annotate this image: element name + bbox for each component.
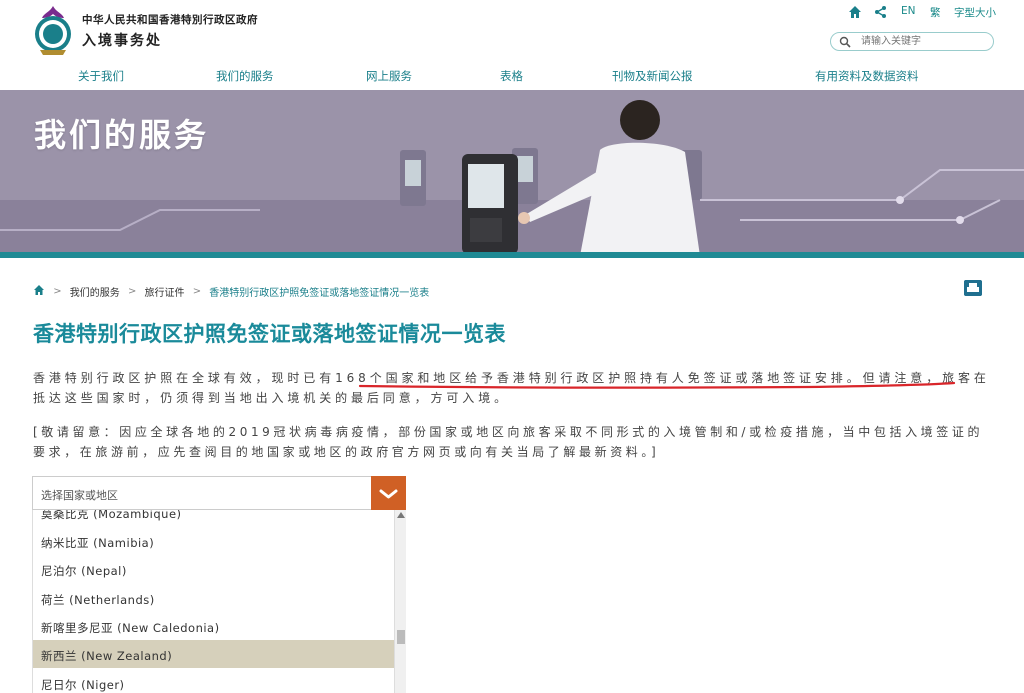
country-option-namibia[interactable]: 纳米比亚 (Namibia): [33, 527, 395, 555]
country-option-nepal[interactable]: 尼泊尔 (Nepal): [33, 555, 395, 583]
search-box: [830, 32, 994, 51]
nav-about-us[interactable]: 关于我们: [78, 68, 124, 84]
breadcrumb-separator: >: [53, 286, 62, 297]
breadcrumb-home-icon[interactable]: [33, 284, 45, 296]
search-input[interactable]: [861, 34, 986, 49]
page: 中华人民共和国香港特別行政区政府 入境事务处 EN 繁 字型大小 关于我们 我们…: [0, 0, 1024, 693]
print-icon[interactable]: [964, 280, 982, 296]
breadcrumb-our-services[interactable]: 我们的服务: [70, 284, 120, 299]
country-option-new-caledonia[interactable]: 新喀里多尼亚 (New Caledonia): [33, 612, 395, 640]
nav-useful-info-statistics[interactable]: 有用资料及数据资料: [815, 68, 919, 84]
chevron-down-icon: [379, 489, 398, 499]
main-navigation: 关于我们 我们的服务 网上服务 表格 刊物及新闻公报 有用资料及数据资料: [0, 66, 1024, 88]
language-traditional-chinese-link[interactable]: 繁: [930, 5, 941, 19]
breadcrumb-separator: >: [127, 286, 137, 297]
home-icon[interactable]: [848, 5, 862, 19]
nav-online-services[interactable]: 网上服务: [366, 68, 412, 84]
department-name[interactable]: 入境事务处: [82, 30, 162, 50]
country-options-list[interactable]: 莫桑比克 (Mozambique) 纳米比亚 (Namibia) 尼泊尔 (Ne…: [32, 510, 406, 693]
country-option-new-zealand[interactable]: 新西兰 (New Zealand): [33, 640, 395, 668]
page-banner: 我们的服务: [0, 90, 1024, 256]
banner-divider: [0, 252, 1024, 258]
country-option-niger[interactable]: 尼日尔 (Niger): [33, 669, 395, 693]
breadcrumb-travel-documents[interactable]: 旅行证件: [145, 284, 185, 299]
page-title: 香港特别行政区护照免签证或落地签证情况一览表: [33, 322, 506, 346]
language-english-link[interactable]: EN: [901, 5, 916, 19]
banner-title: 我们的服务: [34, 116, 210, 154]
notice-paragraph: [敬请留意：因应全球各地的2019冠状病毒病疫情，部份国家或地区向旅客采取不同形…: [33, 425, 984, 459]
country-select[interactable]: 选择国家或地区: [32, 476, 406, 510]
handdrawn-red-underline: [358, 381, 956, 389]
country-option-netherlands[interactable]: 荷兰 (Netherlands): [33, 584, 395, 612]
search-icon[interactable]: [839, 36, 851, 48]
nav-publications-press[interactable]: 刊物及新闻公报: [612, 68, 693, 84]
font-size-link[interactable]: 字型大小: [954, 5, 996, 19]
share-icon[interactable]: [874, 5, 888, 19]
options-scrollbar[interactable]: [394, 510, 406, 693]
scroll-up-arrow-icon[interactable]: [397, 512, 405, 518]
country-option-mozambique[interactable]: 莫桑比克 (Mozambique): [33, 510, 395, 526]
breadcrumb-current-page[interactable]: 香港特别行政区护照免签证或落地签证情况一览表: [209, 284, 429, 299]
hksar-emblem-logo[interactable]: [30, 4, 76, 56]
country-select-toggle-button[interactable]: [371, 476, 406, 510]
government-name: 中华人民共和国香港特別行政区政府: [82, 14, 258, 26]
breadcrumb-separator: >: [192, 286, 202, 297]
nav-our-services[interactable]: 我们的服务: [216, 68, 274, 84]
nav-forms[interactable]: 表格: [500, 68, 523, 84]
scrollbar-thumb[interactable]: [397, 630, 405, 644]
country-select-placeholder: 选择国家或地区: [41, 489, 118, 502]
breadcrumb: > 我们的服务 > 旅行证件 > 香港特别行政区护照免签证或落地签证情况一览表: [33, 284, 429, 299]
